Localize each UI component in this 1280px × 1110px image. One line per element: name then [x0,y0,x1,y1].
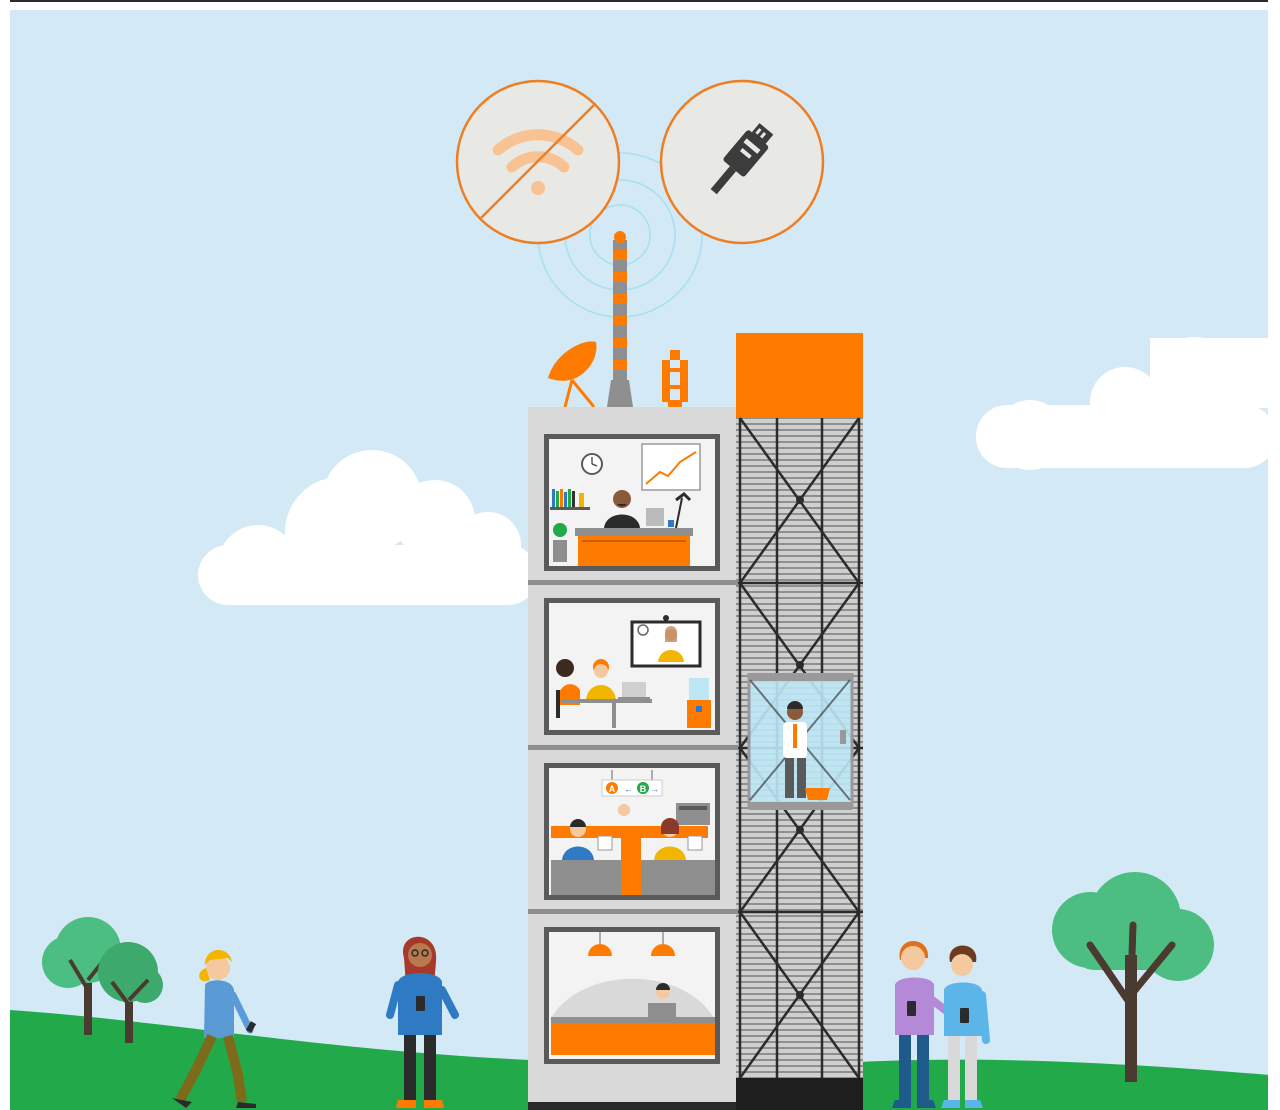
conference-table [562,699,652,703]
desk-block-right [641,860,715,895]
top-border [0,0,1280,2]
reception-counter [551,1023,715,1055]
potted-plant [553,523,567,562]
sign-a-label: A [609,784,616,794]
coffee-mug [668,520,674,527]
left-edge [0,0,10,1110]
right-edge [1268,0,1280,1110]
floor-open-plan: A ← B → [544,763,720,900]
video-screen [630,615,702,668]
floor-reception [544,927,720,1064]
svg-text:→: → [650,784,659,794]
growth-chart-poster [641,443,701,491]
floor-video-conference [544,598,720,735]
water-cooler [687,678,711,728]
wall-clock-icon [581,453,603,475]
no-wifi-icon [455,79,621,245]
floor-executive-office [544,434,720,571]
desk-divider [621,838,641,895]
laptop [618,682,650,700]
office-building-network-illustration: A ← B → [0,0,1280,1110]
monitor-left [597,835,613,851]
desk-block-left [551,860,621,895]
monitor-right [687,835,703,851]
svg-text:←: ← [624,784,633,794]
printer-cabinet [676,803,710,825]
person-background [618,804,630,816]
ethernet-plug-icon [659,79,825,245]
monitor [646,508,664,526]
executive-desk [575,528,693,566]
sign-b-label: B [640,784,647,794]
reception-counter-top [551,1017,715,1023]
